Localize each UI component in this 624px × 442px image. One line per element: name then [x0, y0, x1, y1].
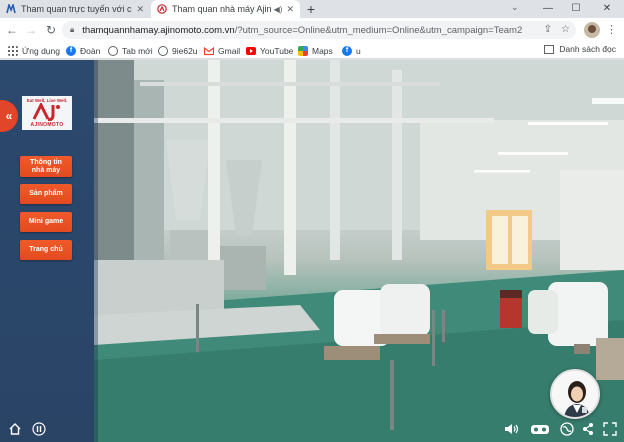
double-chevron-left-icon: « — [5, 109, 13, 123]
youtube-icon — [246, 46, 256, 55]
tab-title: Tham quan trực tuyến với công n — [21, 4, 132, 14]
address-bar[interactable]: 🔒︎ thamquannhamay.ajinomoto.com.vn/?utm_… — [62, 21, 576, 39]
url-text: thamquannhamay.ajinomoto.com.vn/?utm_sou… — [82, 25, 522, 36]
bookmark-label: Gmail — [218, 45, 241, 56]
url-path: /?utm_source=Online&utm_medium=Online&ut… — [234, 24, 523, 36]
pause-icon[interactable] — [32, 422, 46, 436]
window-maximize-button[interactable]: ☐ — [563, 0, 589, 18]
ajinomoto-favicon-icon — [6, 4, 16, 14]
tab-strip: Tham quan trực tuyến với công n ✕ Tham q… — [0, 0, 624, 18]
maps-icon — [298, 45, 308, 56]
profile-avatar[interactable] — [584, 22, 600, 38]
reload-icon[interactable]: ↻ — [43, 22, 59, 38]
menu-label-line2: nhà máy — [31, 166, 61, 174]
ajinomoto-logo[interactable]: Eat Well, Live Well. AJINOMOTO — [22, 96, 72, 130]
gmail-icon — [204, 46, 214, 55]
globe-icon[interactable] — [560, 422, 574, 436]
tab-title: Tham quan nhà máy Ajinomo — [172, 4, 272, 14]
facebook-icon: f — [342, 45, 352, 56]
bookmarks-bar: Ứng dụng f Đoàn Tab mới 9ie62u Gmail You… — [0, 42, 624, 59]
bookmark-star-icon[interactable]: ☆ — [561, 24, 570, 35]
ajinomoto-logo-mark-icon — [32, 103, 60, 121]
menu-label: Mini game — [28, 218, 64, 225]
menu-label: Trang chủ — [29, 246, 63, 253]
url-host: thamquannhamay.ajinomoto.com.vn — [82, 24, 235, 36]
home-icon[interactable] — [8, 422, 22, 436]
menu-factory-info-button[interactable]: Thông tin nhà máy — [20, 156, 72, 177]
menu-mini-game-button[interactable]: Mini game — [20, 212, 72, 232]
globe-icon — [108, 45, 118, 56]
audio-playing-icon[interactable]: ◀) — [274, 5, 283, 14]
bookmark-tab-moi[interactable]: Tab mới — [108, 44, 153, 57]
tab-factory-tour[interactable]: Tham quan nhà máy Ajinomo ◀) ✕ — [151, 0, 300, 18]
virtual-tour-page[interactable]: « Eat Well, Live Well. AJINOMOTO Thông t… — [0, 60, 624, 442]
tab-close-icon[interactable]: ✕ — [286, 4, 294, 15]
window-close-button[interactable]: ✕ — [594, 0, 620, 18]
tab-close-icon[interactable]: ✕ — [136, 4, 144, 15]
bookmark-label: u — [356, 45, 361, 56]
sidebar-divider — [94, 60, 98, 442]
tab-online-tour[interactable]: Tham quan trực tuyến với công n ✕ — [0, 0, 150, 18]
bookmark-label: 9ie62u — [172, 45, 198, 56]
bookmark-u[interactable]: f u — [342, 44, 361, 57]
reading-list-icon — [544, 44, 555, 54]
fullscreen-icon[interactable] — [603, 422, 617, 436]
bookmark-label: Ứng dụng — [22, 45, 60, 56]
bookmark-label: Maps — [312, 45, 333, 56]
reading-list-label: Danh sách đọc — [559, 44, 616, 54]
bookmark-doan[interactable]: f Đoàn — [66, 44, 100, 57]
reading-list-button[interactable]: Danh sách đọc — [544, 44, 616, 54]
back-arrow-icon[interactable]: ← — [4, 22, 20, 38]
new-tab-button[interactable]: + — [303, 1, 319, 17]
menu-label-line1: Thông tin — [30, 158, 62, 166]
browser-menu-icon[interactable]: ⋮ — [606, 22, 617, 38]
tab-search-icon[interactable]: ⌄ — [511, 2, 519, 13]
bookmark-9ie62u[interactable]: 9ie62u — [158, 44, 198, 57]
ajinomoto-favicon-icon — [157, 4, 167, 14]
bookmark-gmail[interactable]: Gmail — [204, 44, 240, 57]
facebook-icon: f — [66, 45, 76, 56]
vr-headset-icon[interactable] — [530, 422, 550, 436]
apps-grid-icon — [8, 45, 18, 56]
share-icon[interactable] — [582, 422, 594, 436]
browser-toolbar: ← → ↻ 🔒︎ thamquannhamay.ajinomoto.com.vn… — [0, 18, 624, 42]
bookmark-apps[interactable]: Ứng dụng — [8, 44, 60, 57]
menu-home-button[interactable]: Trang chủ — [20, 240, 72, 260]
menu-products-button[interactable]: Sản phẩm — [20, 184, 72, 204]
globe-icon — [158, 45, 168, 56]
logo-brand: AJINOMOTO — [30, 122, 64, 128]
sound-icon[interactable] — [504, 422, 520, 436]
window-minimize-button[interactable]: — — [535, 0, 561, 18]
forward-arrow-icon[interactable]: → — [23, 22, 39, 38]
tour-guide-avatar[interactable] — [550, 369, 600, 419]
lock-icon[interactable]: 🔒︎ — [70, 25, 74, 35]
bookmark-label: Tab mới — [122, 45, 153, 56]
bookmark-label: Đoàn — [80, 45, 101, 56]
share-page-icon[interactable]: ⇪ — [544, 24, 552, 35]
bookmark-label: YouTube — [260, 45, 294, 56]
menu-label: Sản phẩm — [29, 190, 63, 197]
bookmark-youtube[interactable]: YouTube — [246, 44, 293, 57]
bookmark-maps[interactable]: Maps — [298, 44, 333, 57]
